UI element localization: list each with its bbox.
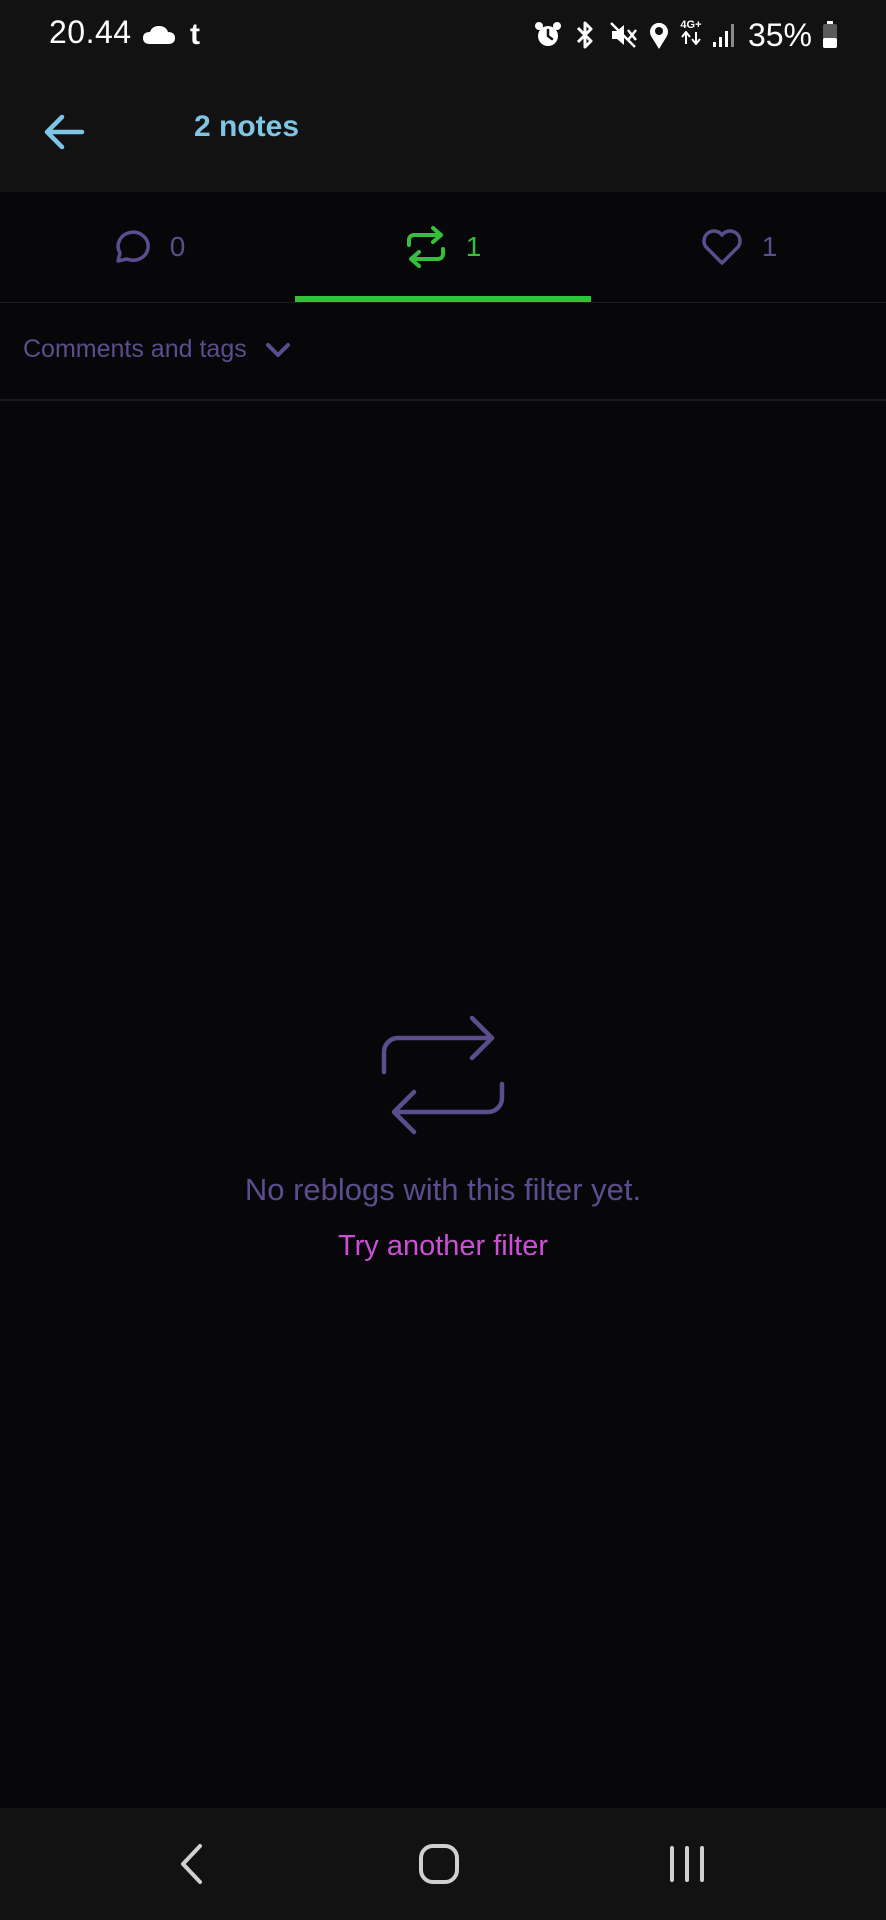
alarm-icon	[534, 22, 561, 46]
tab-comments[interactable]: 0	[0, 192, 295, 302]
status-time: 20.44	[49, 14, 132, 50]
filter-row: Comments and tags	[0, 303, 886, 401]
try-another-filter-button[interactable]: Try another filter	[338, 1230, 548, 1263]
home-icon	[419, 1844, 459, 1884]
tumblr-app-icon: t	[190, 18, 200, 51]
mute-icon	[610, 22, 637, 48]
status-right-icons: 4G+ 35%	[534, 14, 838, 56]
signal-icon	[712, 24, 734, 47]
empty-message: No reblogs with this filter yet.	[244, 1172, 642, 1207]
reblog-icon	[406, 226, 445, 268]
notes-tabs: 0 1 1	[0, 192, 886, 303]
speech-bubble-icon	[115, 230, 150, 263]
system-nav-bar	[0, 1808, 886, 1920]
back-button[interactable]	[38, 104, 94, 160]
location-icon	[649, 22, 668, 49]
cloud-icon	[143, 26, 175, 44]
chevron-down-icon	[265, 342, 290, 357]
tab-reblogs-count: 1	[465, 231, 482, 262]
data-arrows-icon	[681, 30, 701, 46]
back-icon	[181, 1844, 202, 1884]
reblog-icon	[381, 1015, 505, 1135]
app-header: 2 notes	[0, 70, 886, 192]
heart-icon	[702, 229, 742, 265]
tab-reblogs[interactable]: 1	[295, 192, 590, 302]
system-recents-button[interactable]	[652, 1836, 722, 1892]
battery-percentage: 35%	[747, 16, 812, 53]
arrow-left-icon	[44, 114, 85, 150]
bluetooth-icon	[576, 21, 593, 49]
tab-comments-count: 0	[169, 231, 186, 262]
recents-icon	[670, 1846, 704, 1882]
system-home-button[interactable]	[404, 1836, 474, 1892]
battery-icon	[823, 21, 837, 48]
tab-likes[interactable]: 1	[591, 192, 886, 302]
active-tab-indicator	[295, 296, 591, 302]
filter-label: Comments and tags	[23, 335, 247, 363]
filter-dropdown[interactable]: Comments and tags	[23, 335, 291, 364]
system-back-button[interactable]	[156, 1836, 226, 1892]
tab-likes-count: 1	[761, 231, 778, 262]
status-bar: 20.44 t 4G+ 35%	[0, 0, 886, 70]
network-type-indicator: 4G+	[680, 20, 702, 50]
page-title: 2 notes	[194, 110, 300, 143]
status-left-icons: t	[142, 18, 200, 52]
empty-state: No reblogs with this filter yet. Try ano…	[0, 1000, 886, 1263]
